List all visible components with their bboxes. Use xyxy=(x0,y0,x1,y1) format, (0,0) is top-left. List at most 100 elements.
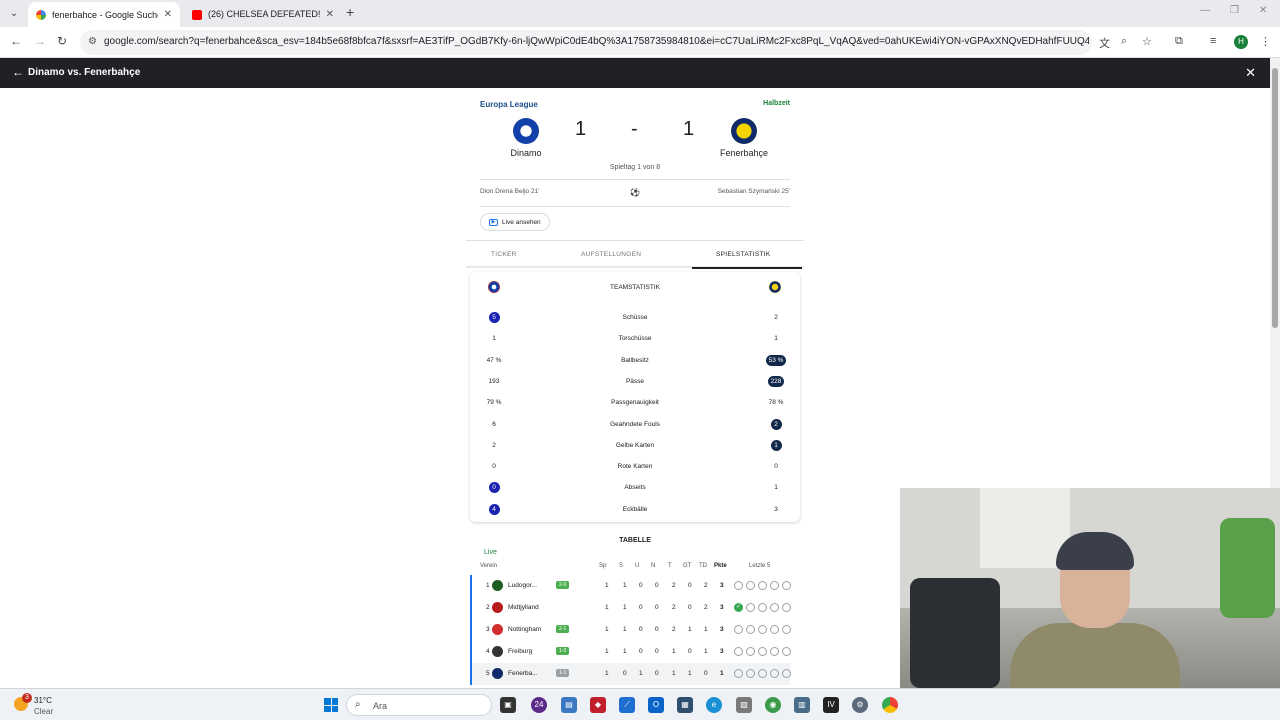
tab-google-search[interactable]: fenerbahce - Google Suche ✕ xyxy=(28,2,180,27)
table-row[interactable]: 3 1 1 0 0 2 1 1 3 Nottingham 2-1 xyxy=(470,619,791,641)
table-cell-pkte: 3 xyxy=(720,648,724,655)
table-cell-t: 1 xyxy=(672,648,676,655)
table-team-name[interactable]: Midtjylland xyxy=(508,604,539,611)
tab-lineups[interactable]: AUFSTELLUNGEN xyxy=(581,251,641,258)
away-stat-text: 1 xyxy=(774,335,778,343)
maximize-icon[interactable]: ❐ xyxy=(1230,5,1239,16)
forward-icon[interactable]: → xyxy=(34,34,46,48)
webcam-overlay xyxy=(900,488,1280,688)
app-vs-icon[interactable]: ⟋ xyxy=(619,697,635,713)
away-stat-value: 1 xyxy=(756,484,796,491)
stat-label: Passgenauigkeit xyxy=(611,399,659,407)
table-cell-gt: 0 xyxy=(688,648,692,655)
reload-icon[interactable]: ↻ xyxy=(57,34,67,48)
table-cell-t: 2 xyxy=(672,604,676,611)
tab-title: (26) CHELSEA DEFEATED! 👏 | Fi xyxy=(208,9,320,19)
table-team-name[interactable]: Nottingham xyxy=(508,626,541,633)
team-crest-icon xyxy=(492,668,503,679)
settings-gear-icon[interactable]: ⚙ xyxy=(852,697,868,713)
windows-start-icon[interactable] xyxy=(324,698,338,712)
tab-match-stats[interactable]: SPIELSTATISTIK xyxy=(716,251,771,258)
close-window-icon[interactable]: ✕ xyxy=(1259,5,1267,16)
minimize-icon[interactable]: — xyxy=(1200,5,1210,16)
browser-tab-bar: ⌄ fenerbahce - Google Suche ✕ (26) CHELS… xyxy=(0,0,1280,27)
result-placeholder-icon xyxy=(758,669,767,678)
app-calendar-icon[interactable]: ▦ xyxy=(677,697,693,713)
weather-widget[interactable]: 3 31°C Clear xyxy=(14,693,74,717)
result-placeholder-icon xyxy=(782,603,791,612)
tab-close-icon[interactable]: ✕ xyxy=(164,9,172,20)
extensions-icon[interactable]: ⧉ xyxy=(1175,35,1183,48)
app-green-icon[interactable]: ◉ xyxy=(765,697,781,713)
away-stat-value: 53 % xyxy=(756,354,796,366)
table-cell-td: 1 xyxy=(704,648,708,655)
home-goal-scorer: Dion Drena Beljo 21' xyxy=(480,188,540,195)
windows-taskbar: 3 31°C Clear ⌕ Ara ▣ 24 ▤ ◆ ⟋ O ▦ e ▨ ◉ … xyxy=(0,688,1280,720)
site-info-icon[interactable]: ⚙ xyxy=(88,36,97,47)
new-tab-button[interactable]: + xyxy=(346,4,354,20)
app-iv-icon[interactable]: IV xyxy=(823,697,839,713)
away-goal-scorer: Sebastian Szymański 25' xyxy=(717,188,790,195)
close-icon[interactable]: ✕ xyxy=(1245,65,1256,81)
url-text[interactable]: google.com/search?q=fenerbahce&sca_esv=1… xyxy=(104,36,1089,47)
table-cell-u: 0 xyxy=(639,626,643,633)
result-placeholder-icon xyxy=(758,625,767,634)
app-city-icon[interactable]: ▥ xyxy=(794,697,810,713)
tab-search-dropdown-icon[interactable]: ⌄ xyxy=(6,6,22,22)
fenerbahce-crest-icon[interactable] xyxy=(731,118,757,144)
away-team-name[interactable]: Fenerbahçe xyxy=(704,148,784,158)
outlook-icon[interactable]: O xyxy=(648,697,664,713)
table-team-name[interactable]: Freiburg xyxy=(508,648,532,655)
away-stat-value: 228 xyxy=(756,375,796,387)
app-shield-icon[interactable]: ◆ xyxy=(590,697,606,713)
table-team-name[interactable]: Fenerba... xyxy=(508,670,538,677)
watch-live-button[interactable]: ▶ Live ansehen xyxy=(480,213,550,231)
dinamo-crest-icon[interactable] xyxy=(513,118,539,144)
temperature: 31°C xyxy=(34,696,52,705)
file-explorer-icon[interactable]: ▤ xyxy=(561,697,577,713)
team-crest-icon xyxy=(492,602,503,613)
zoom-icon[interactable]: ⌕ xyxy=(1121,35,1127,48)
table-cell-n: 0 xyxy=(655,670,659,677)
app-24-icon[interactable]: 24 xyxy=(531,697,547,713)
table-cell-pkte: 3 xyxy=(720,604,724,611)
table-row[interactable]: 1 1 1 0 0 2 0 2 3 Ludogor... 2-0 xyxy=(470,575,791,597)
away-stat-text: 78 % xyxy=(768,399,784,407)
table-row[interactable]: 4 1 1 0 0 1 0 1 3 Freiburg 1-0 xyxy=(470,641,791,663)
weather-condition: Clear xyxy=(34,707,54,716)
tab-ticker[interactable]: TICKER xyxy=(491,251,517,258)
chrome-icon[interactable] xyxy=(882,697,898,713)
taskbar-search[interactable]: ⌕ Ara xyxy=(346,694,492,716)
result-placeholder-icon xyxy=(770,669,779,678)
stat-label: Ballbesitz xyxy=(621,356,649,364)
media-controls-icon[interactable]: ≡ xyxy=(1210,35,1216,47)
table-cell-s: 0 xyxy=(623,670,627,677)
menu-kebab-icon[interactable]: ⋮ xyxy=(1260,35,1271,48)
away-stat-text: 2 xyxy=(770,418,782,430)
table-row[interactable]: 5 1 0 1 0 1 1 0 1 Fenerba... 1-1 xyxy=(470,663,791,685)
home-team-name[interactable]: Dinamo xyxy=(486,148,566,158)
back-arrow-icon[interactable]: ← xyxy=(12,65,24,79)
app-image-icon[interactable]: ▨ xyxy=(736,697,752,713)
tab-close-icon[interactable]: ✕ xyxy=(326,9,334,20)
browser-toolbar: ← → ↻ ⚙ google.com/search?q=fenerbahce&s… xyxy=(0,27,1280,58)
scrollbar-thumb[interactable] xyxy=(1272,68,1278,328)
stat-row: 0 Rote Karten 0 xyxy=(470,460,800,474)
table-row[interactable]: 2 1 1 0 0 2 0 2 3 Midtjylland ✓ xyxy=(470,597,791,619)
address-bar[interactable]: ⚙ google.com/search?q=fenerbahce&sca_esv… xyxy=(80,30,1092,55)
stat-label: Torschüsse xyxy=(618,335,652,343)
bookmark-star-icon[interactable]: ☆ xyxy=(1142,35,1152,48)
table-team-name[interactable]: Ludogor... xyxy=(508,582,537,589)
table-cell-n: 0 xyxy=(655,604,659,611)
last-five-results xyxy=(734,669,791,678)
profile-avatar[interactable]: H xyxy=(1234,35,1248,49)
edge-icon[interactable]: e xyxy=(706,697,722,713)
back-icon[interactable]: ← xyxy=(10,34,22,48)
translate-icon[interactable]: 文 xyxy=(1099,35,1110,51)
tab-youtube[interactable]: (26) CHELSEA DEFEATED! 👏 | Fi ✕ xyxy=(184,2,342,27)
stat-row: 6 Geahndete Fouls 2 xyxy=(470,418,800,432)
task-view-icon[interactable]: ▣ xyxy=(500,697,516,713)
competition-link[interactable]: Europa League xyxy=(480,100,538,109)
result-placeholder-icon xyxy=(770,625,779,634)
matchday-label: Spieltag 1 von 8 xyxy=(609,164,661,171)
